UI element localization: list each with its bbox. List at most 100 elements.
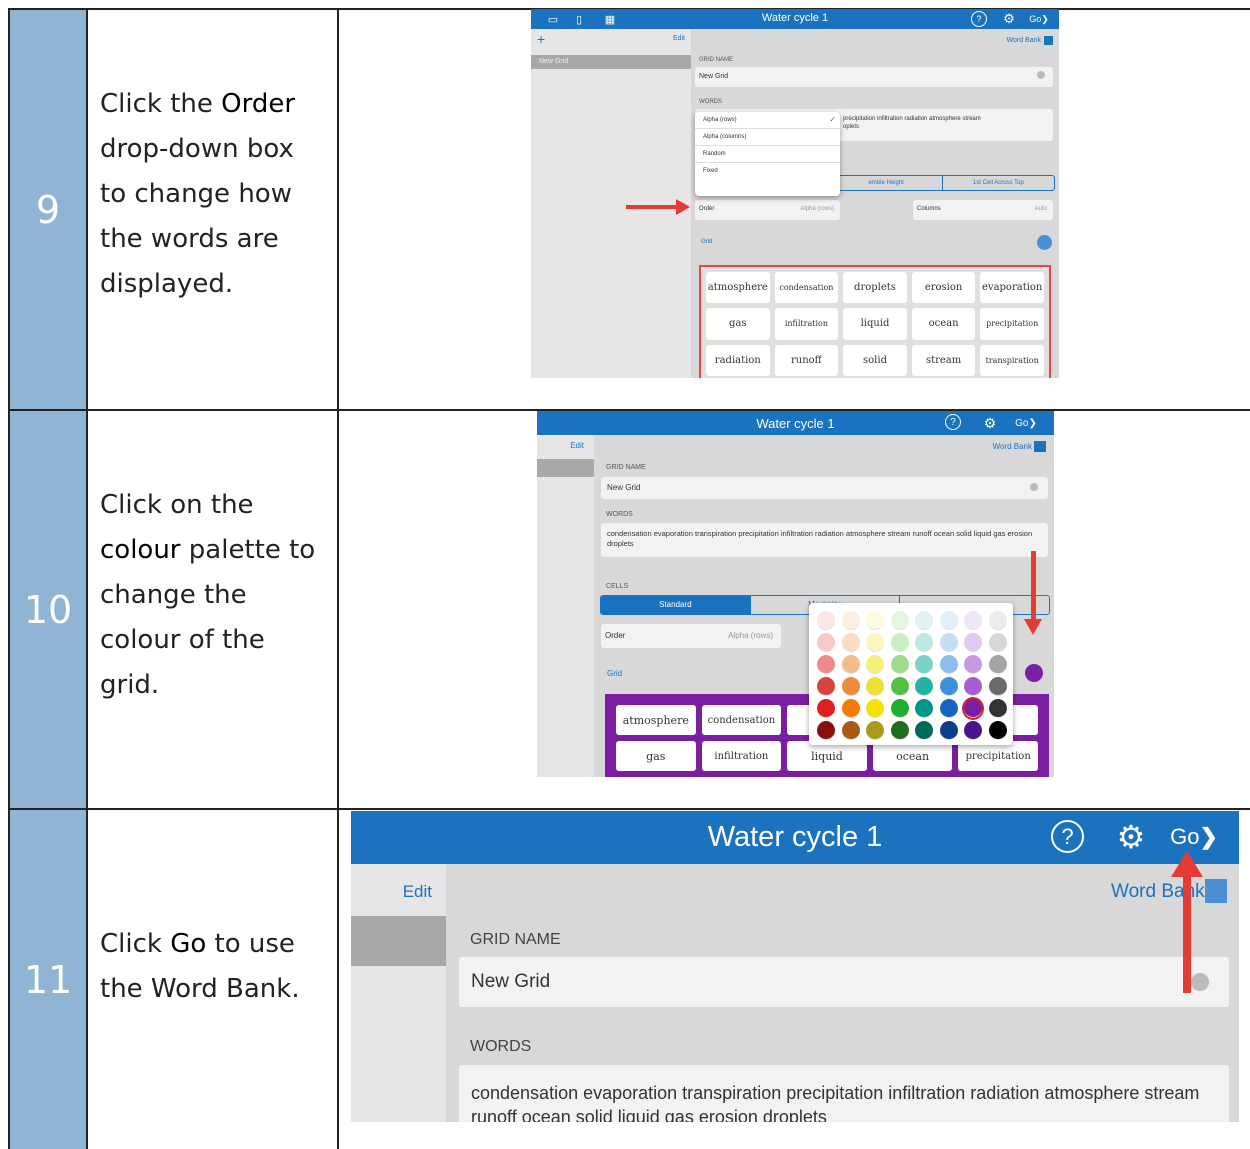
gear-icon[interactable]: ⚙ bbox=[1113, 819, 1149, 855]
segment-option[interactable]: emble Height bbox=[831, 176, 943, 190]
color-swatch[interactable] bbox=[915, 611, 933, 630]
grid-cell[interactable]: ocean bbox=[911, 308, 976, 340]
color-swatch[interactable] bbox=[988, 677, 1007, 696]
color-swatch[interactable] bbox=[817, 699, 835, 718]
grid-cell[interactable]: ocean bbox=[872, 741, 953, 771]
word-bank-button[interactable]: Word Bank bbox=[993, 442, 1032, 451]
color-swatch[interactable] bbox=[817, 655, 835, 674]
color-swatch[interactable] bbox=[817, 633, 835, 652]
sidebar-item-selected[interactable] bbox=[351, 916, 446, 966]
color-swatch[interactable] bbox=[988, 699, 1007, 718]
gear-icon[interactable]: ⚙ bbox=[1001, 11, 1017, 27]
color-swatch[interactable] bbox=[988, 611, 1007, 630]
color-swatch[interactable] bbox=[841, 633, 860, 652]
go-button[interactable]: Go ❯ bbox=[1170, 823, 1218, 851]
help-icon[interactable]: ? bbox=[945, 414, 961, 430]
grid-cell[interactable]: evaporation bbox=[980, 272, 1044, 304]
color-swatch[interactable] bbox=[866, 721, 884, 740]
color-swatch[interactable] bbox=[964, 633, 982, 652]
color-swatch[interactable] bbox=[964, 699, 982, 718]
order-option[interactable]: Fixed bbox=[695, 163, 840, 179]
color-swatch[interactable] bbox=[915, 655, 933, 674]
clear-icon[interactable] bbox=[1037, 71, 1045, 79]
color-swatch[interactable] bbox=[988, 633, 1007, 652]
order-option[interactable]: Random bbox=[695, 146, 840, 163]
color-swatch[interactable] bbox=[841, 611, 860, 630]
grid-cell[interactable]: condensation bbox=[701, 705, 782, 735]
color-swatch[interactable] bbox=[939, 611, 958, 630]
grid-cell[interactable]: precipitation bbox=[958, 741, 1038, 771]
color-swatch[interactable] bbox=[964, 611, 982, 630]
columns-field[interactable]: Columns Auto bbox=[913, 200, 1053, 220]
color-swatch[interactable] bbox=[841, 677, 860, 696]
words-input[interactable]: condensation evaporation transpiration p… bbox=[601, 523, 1048, 557]
grid-cell[interactable]: liquid bbox=[787, 741, 867, 771]
color-swatch[interactable] bbox=[915, 633, 933, 652]
help-icon[interactable]: ? bbox=[1051, 820, 1084, 853]
color-swatch[interactable] bbox=[890, 611, 909, 630]
color-swatch[interactable] bbox=[939, 655, 958, 674]
color-swatch[interactable] bbox=[964, 655, 982, 674]
segment-option[interactable]: 1st Cell Across Top bbox=[943, 176, 1054, 190]
grid-cell[interactable]: erosion bbox=[911, 272, 976, 304]
color-swatch[interactable] bbox=[866, 699, 884, 718]
grid-cell[interactable]: liquid bbox=[843, 308, 907, 340]
grid-name-input[interactable]: New Grid bbox=[459, 957, 1229, 1007]
grid-cell[interactable]: gas bbox=[616, 741, 696, 771]
help-icon[interactable]: ? bbox=[971, 11, 987, 27]
color-swatch[interactable] bbox=[890, 721, 909, 740]
color-swatch[interactable] bbox=[817, 677, 835, 696]
color-palette-button[interactable] bbox=[1037, 235, 1052, 250]
edit-button[interactable]: Edit bbox=[570, 441, 584, 450]
color-swatch[interactable] bbox=[841, 655, 860, 674]
grid-cell[interactable]: droplets bbox=[843, 272, 907, 304]
grid-cell[interactable]: condensation bbox=[774, 272, 839, 304]
grid-cell[interactable]: gas bbox=[706, 308, 770, 340]
word-bank-icon[interactable] bbox=[1205, 879, 1227, 903]
clear-icon[interactable] bbox=[1030, 483, 1038, 491]
order-option[interactable]: Alpha (columns) bbox=[695, 129, 840, 146]
grid-icon[interactable]: ▦ bbox=[601, 12, 619, 26]
folder-icon[interactable]: ▭ bbox=[545, 12, 561, 26]
color-swatch[interactable] bbox=[939, 633, 958, 652]
word-bank-icon[interactable] bbox=[1034, 441, 1046, 452]
edit-button[interactable]: Edit bbox=[403, 882, 432, 902]
color-swatch[interactable] bbox=[817, 721, 835, 740]
words-input[interactable]: condensation evaporation transpiration p… bbox=[459, 1065, 1229, 1122]
color-swatch[interactable] bbox=[988, 655, 1007, 674]
sidebar-item-selected[interactable]: New Grid bbox=[531, 55, 691, 69]
color-palette-button[interactable] bbox=[1025, 664, 1043, 682]
sidebar-item-selected[interactable] bbox=[537, 459, 594, 477]
go-button[interactable]: Go ❯ bbox=[1025, 12, 1053, 26]
color-swatch[interactable] bbox=[939, 721, 958, 740]
grid-cell[interactable]: transpiration bbox=[980, 344, 1044, 376]
color-swatch[interactable] bbox=[915, 699, 933, 718]
word-bank-icon[interactable] bbox=[1044, 36, 1053, 45]
word-bank-button[interactable]: Word Bank bbox=[1007, 37, 1042, 44]
grid-cell[interactable]: precipitation bbox=[980, 308, 1044, 340]
color-swatch[interactable] bbox=[988, 721, 1007, 740]
gear-icon[interactable]: ⚙ bbox=[981, 414, 999, 432]
color-swatch[interactable] bbox=[915, 677, 933, 696]
go-button[interactable]: Go ❯ bbox=[1011, 415, 1041, 431]
edit-button[interactable]: Edit bbox=[673, 35, 685, 42]
document-icon[interactable]: ▯ bbox=[571, 12, 587, 26]
color-swatch[interactable] bbox=[866, 611, 884, 630]
color-swatch[interactable] bbox=[939, 699, 958, 718]
color-swatch[interactable] bbox=[964, 721, 982, 740]
clear-icon[interactable] bbox=[1191, 973, 1209, 991]
color-swatch[interactable] bbox=[964, 677, 982, 696]
grid-cell[interactable]: radiation bbox=[706, 344, 770, 376]
color-swatch[interactable] bbox=[890, 633, 909, 652]
color-swatch[interactable] bbox=[841, 699, 860, 718]
order-dropdown[interactable]: Order Alpha (rows) bbox=[695, 200, 840, 220]
grid-cell[interactable]: infiltration bbox=[774, 308, 839, 340]
order-dropdown[interactable]: Order Alpha (rows) bbox=[601, 624, 781, 648]
color-swatch[interactable] bbox=[866, 655, 884, 674]
grid-cell[interactable]: stream bbox=[911, 344, 976, 376]
color-swatch[interactable] bbox=[890, 699, 909, 718]
grid-name-input[interactable]: New Grid bbox=[601, 477, 1048, 499]
color-swatch[interactable] bbox=[866, 633, 884, 652]
grid-cell[interactable]: atmosphere bbox=[616, 705, 696, 735]
color-swatch[interactable] bbox=[866, 677, 884, 696]
